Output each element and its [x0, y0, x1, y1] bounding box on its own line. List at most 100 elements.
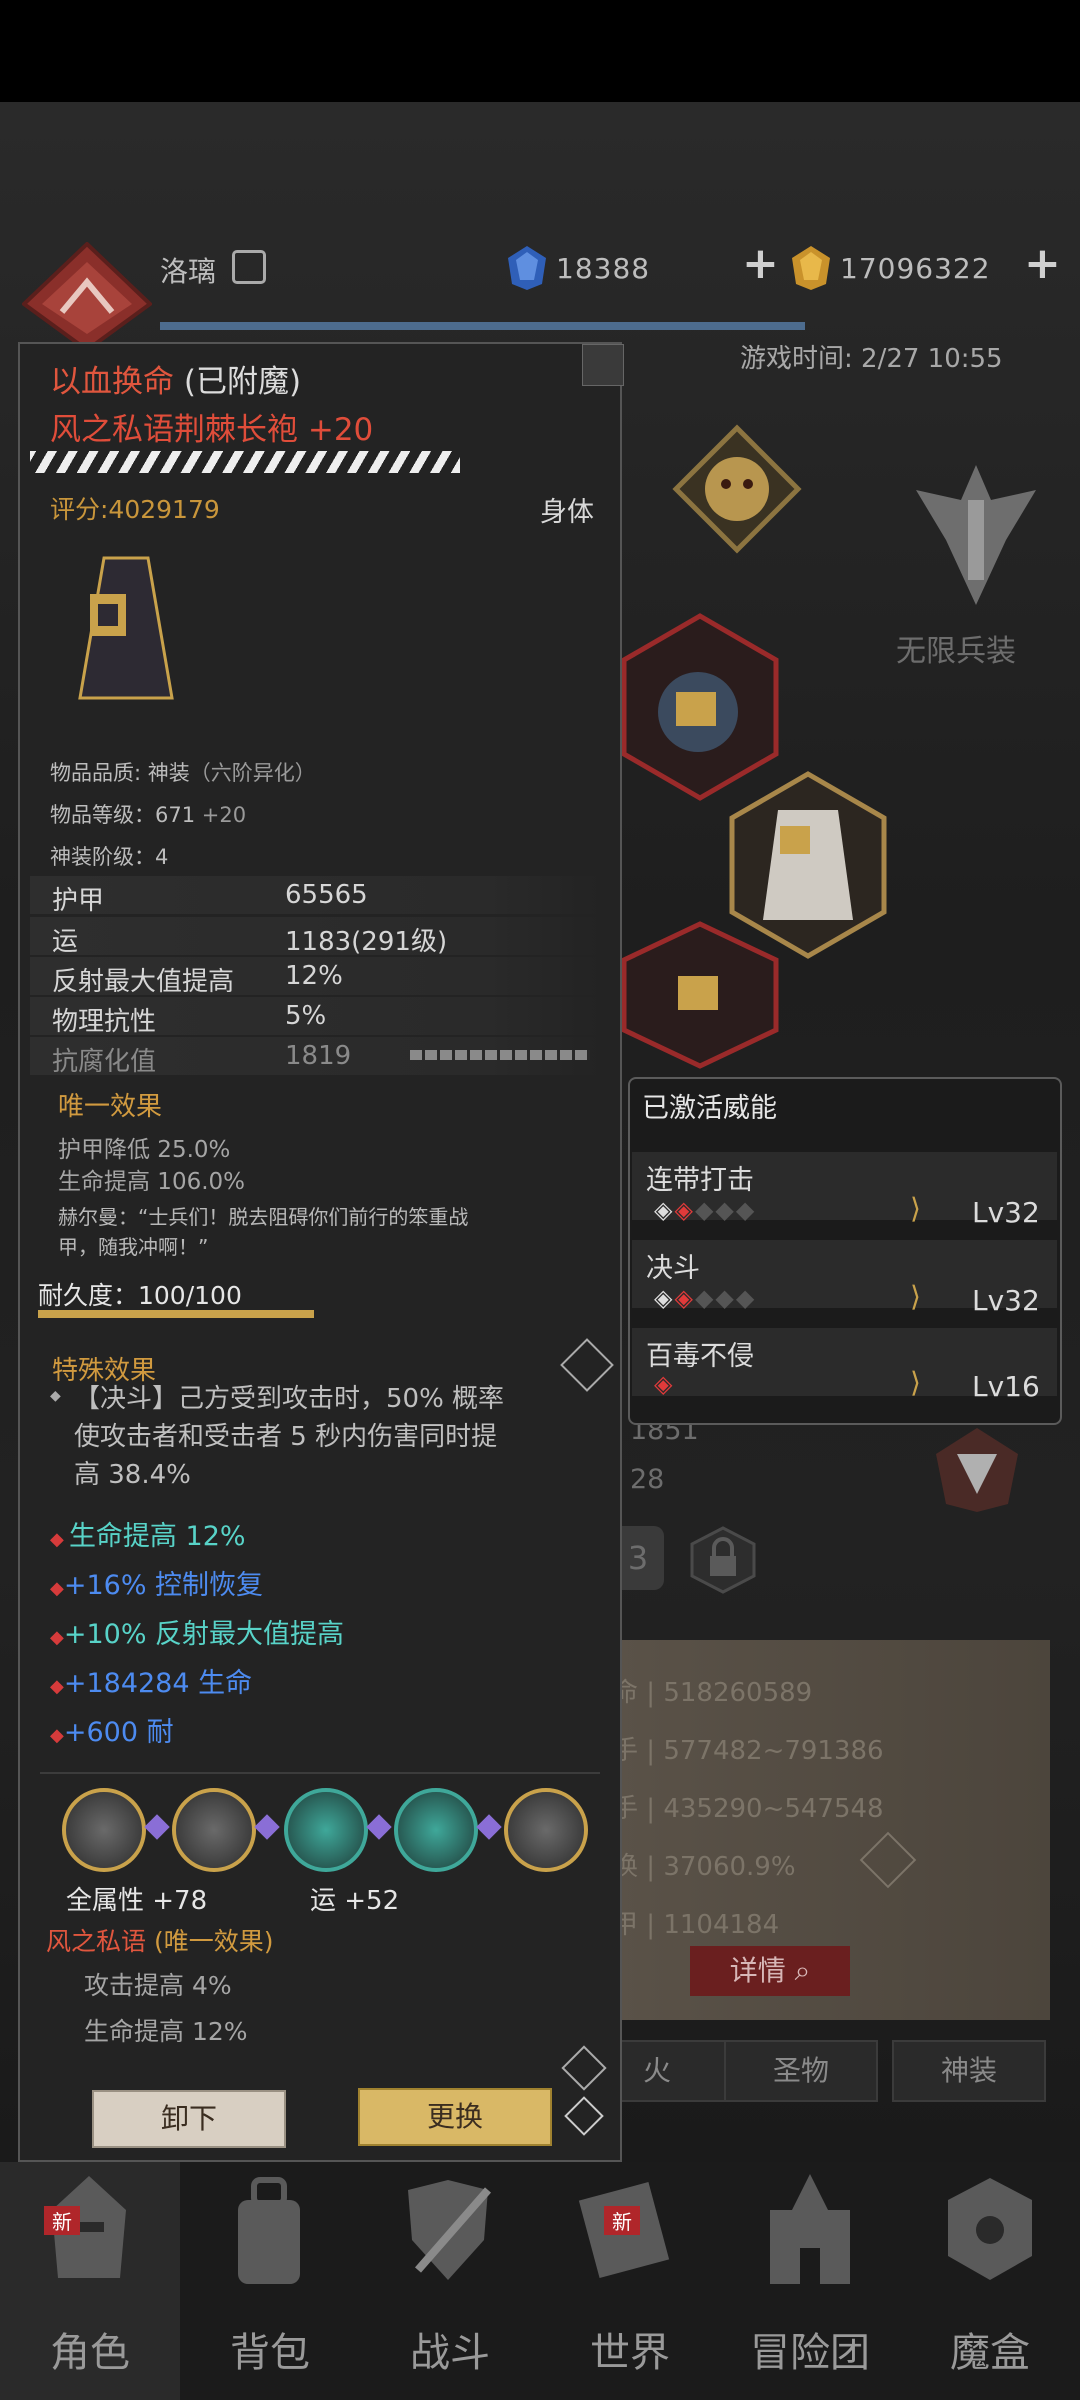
bonus-line-3: ◆+10% 反射最大值提高	[50, 1619, 345, 1650]
sword-shield-nav-icon[interactable]	[398, 2170, 498, 2290]
replace-button[interactable]: 更换	[358, 2088, 552, 2146]
bonus-line-4: ◆+184284 生命	[50, 1668, 253, 1699]
detail-button[interactable]: 详情 ⌕	[690, 1946, 850, 1996]
blue-gem-icon	[508, 246, 546, 290]
corruption-bar	[410, 1050, 590, 1060]
item-level: 物品等级：671 +20	[50, 803, 247, 827]
nav-tab-world[interactable]: 世界	[540, 2320, 720, 2378]
divider	[40, 1772, 600, 1774]
attr-label: 抗腐化值	[52, 1047, 157, 1077]
rarity-stripe	[30, 451, 460, 473]
stat-line-1: 命 | 518260589	[612, 1678, 813, 1708]
gold-icon	[792, 246, 830, 290]
attr-label: 物理抗性	[52, 1007, 157, 1037]
power-name: 百毒不侵	[646, 1341, 754, 1372]
rune-socket-2[interactable]	[172, 1788, 256, 1872]
power-gems: ◈◈◆◆◆	[654, 1196, 757, 1224]
attr-value: 65565	[285, 880, 368, 910]
nav-tab-character[interactable]: 角色	[0, 2320, 180, 2378]
special-desc: 【决斗】己方受到攻击时，50% 概率 使攻击者和受击者 5 秒内伤害同时提高 38…	[74, 1384, 505, 1490]
stat-line-4: 换 | 37060.9%	[612, 1852, 796, 1882]
unequip-button[interactable]: 卸下	[92, 2090, 286, 2148]
stat-line-2: 手 | 577482~791386	[612, 1736, 884, 1766]
tab-relic[interactable]: 圣物	[724, 2040, 878, 2102]
popup-title: 已激活威能	[642, 1093, 777, 1124]
gold-count: 17096322	[840, 252, 991, 285]
player-name: 洛璃	[160, 255, 217, 288]
nav-tab-battle[interactable]: 战斗	[360, 2320, 540, 2378]
red-gem-bullet-icon: ◆	[50, 1578, 64, 1599]
rune-socket-5[interactable]	[504, 1788, 588, 1872]
bonus-line-1: ◆ 生命提高 12%	[50, 1521, 246, 1552]
magic-box-nav-icon[interactable]	[940, 2170, 1040, 2290]
infinite-arms-label: 无限兵装	[896, 634, 1016, 669]
item-slot: 身体	[540, 497, 594, 528]
attr-value: 12%	[285, 961, 343, 991]
set-effect-2: 生命提高 12%	[84, 2017, 248, 2046]
nav-tab-magic-box[interactable]: 魔盒	[900, 2320, 1080, 2378]
guild-emblem-icon[interactable]	[22, 242, 152, 352]
enchant-title: 以血换命 (已附魔)	[50, 364, 302, 400]
stat-line-3: 手 | 435290~547548	[612, 1794, 884, 1824]
experience-bar	[160, 322, 805, 330]
helmet-icon[interactable]	[932, 1424, 1022, 1514]
item-quality: 物品品质: 神装（六阶异化）	[50, 761, 316, 785]
stat-line-5: 甲 | 1104184	[612, 1910, 780, 1940]
bonus-line-5: ◆+600 耐	[50, 1717, 174, 1748]
power-gems: ◈	[654, 1370, 673, 1398]
new-badge: 新	[44, 2206, 80, 2235]
add-gem-button[interactable]: +	[742, 238, 779, 289]
unique-effect-1: 护甲降低 25.0%	[58, 1137, 231, 1163]
set-title: 风之私语 (唯一效果)	[46, 1927, 274, 1956]
magnifier-icon: ⌕	[794, 1954, 811, 1987]
locked-slot-icon[interactable]	[688, 1526, 758, 1594]
lion-head-icon[interactable]	[672, 424, 802, 554]
attr-value: 1183(291级)	[285, 927, 448, 957]
nav-tab-backpack[interactable]: 背包	[180, 2320, 360, 2378]
edit-name-icon[interactable]	[232, 250, 266, 284]
power-level: Lv16	[972, 1370, 1040, 1403]
status-bar	[0, 0, 1080, 102]
attr-value: 1819	[285, 1041, 352, 1071]
divine-level: 神装阶级：4	[50, 845, 169, 869]
red-gem-bullet-icon: ◆	[50, 1725, 64, 1746]
game-time: 游戏时间: 2/27 10:55	[740, 344, 1003, 374]
power-name: 决斗	[646, 1253, 700, 1284]
power-level: Lv32	[972, 1284, 1040, 1317]
unique-effect-title: 唯一效果	[58, 1092, 163, 1122]
attr-value: 5%	[285, 1001, 327, 1031]
backpack-nav-icon[interactable]	[224, 2170, 314, 2290]
power-end-icon: ⟩	[910, 1192, 921, 1225]
red-gem-bullet-icon: ◆	[50, 1529, 64, 1550]
attr-label: 反射最大值提高	[52, 967, 235, 997]
add-gold-button[interactable]: +	[1024, 238, 1061, 289]
new-badge: 新	[604, 2206, 640, 2235]
power-end-icon: ⟩	[910, 1366, 921, 1399]
gem-count: 18388	[556, 252, 651, 285]
power-gems: ◈◈◆◆◆	[654, 1284, 757, 1312]
tab-divine-gear[interactable]: 神装	[892, 2040, 1046, 2102]
castle-nav-icon[interactable]	[762, 2170, 858, 2290]
power-level: Lv32	[972, 1196, 1040, 1229]
durability-label: 耐久度：100/100	[38, 1281, 242, 1310]
item-score: 评分:4029179	[50, 495, 220, 524]
power-name: 连带打击	[646, 1165, 754, 1196]
lock-icon[interactable]	[582, 344, 624, 386]
unique-effect-2: 生命提高 106.0%	[58, 1169, 246, 1195]
attr-label: 护甲	[52, 886, 105, 916]
bonus-line-2: ◆+16% 控制恢复	[50, 1570, 264, 1601]
flavor-quote: 赫尔曼：“士兵们！脱去阻碍你们前行的笨重战 甲，随我冲啊！”	[58, 1205, 469, 1259]
infinite-arms-icon[interactable]	[896, 460, 1056, 610]
socket-stat-all: 全属性 +78	[66, 1886, 208, 1916]
diamond-bullet-icon: ◆	[50, 1388, 61, 1404]
nav-tab-adventure-group[interactable]: 冒险团	[720, 2320, 900, 2378]
rune-socket-4[interactable]	[394, 1788, 478, 1872]
set-effect-1: 攻击提高 4%	[84, 1971, 232, 2000]
socket-stat-luck: 运 +52	[310, 1886, 400, 1916]
red-gem-bullet-icon: ◆	[50, 1676, 64, 1697]
rune-socket-3[interactable]	[284, 1788, 368, 1872]
rune-socket-1[interactable]	[62, 1788, 146, 1872]
partial-stat-2: 28	[630, 1464, 665, 1495]
belt-slot-icon[interactable]	[620, 920, 780, 1070]
robe-item-icon	[78, 556, 174, 700]
